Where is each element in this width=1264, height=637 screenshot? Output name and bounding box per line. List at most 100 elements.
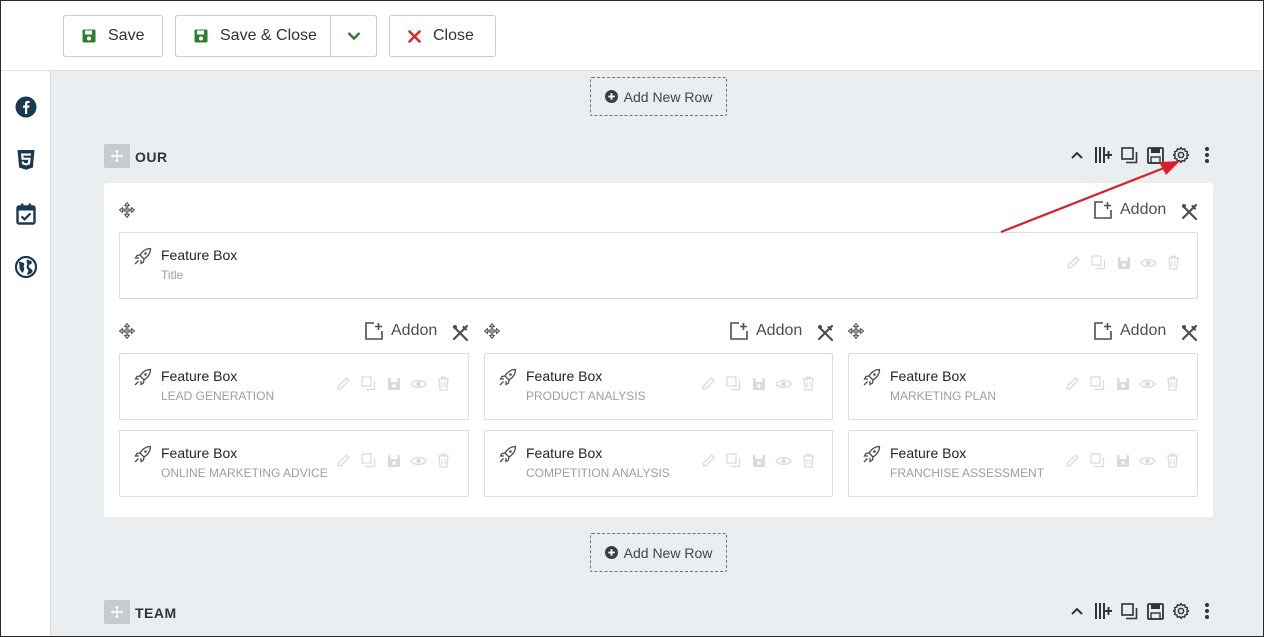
column-settings-icon[interactable]	[450, 322, 470, 342]
edit-icon[interactable]	[1064, 375, 1081, 392]
trash-icon[interactable]	[435, 375, 452, 392]
addon-actions	[1065, 254, 1182, 271]
globe-icon[interactable]	[14, 255, 38, 279]
addon-actions	[1064, 452, 1181, 469]
feature-box-addon[interactable]: Feature Box ONLINE MARKETING ADVICE	[119, 430, 469, 497]
add-addon-button[interactable]: Addon	[1094, 201, 1166, 219]
gear-icon[interactable]	[1171, 601, 1191, 621]
trash-icon[interactable]	[1165, 254, 1182, 271]
close-icon	[408, 29, 421, 43]
collapse-icon[interactable]	[1067, 145, 1087, 165]
column-settings-icon[interactable]	[1179, 322, 1199, 342]
save-icon[interactable]	[1114, 375, 1131, 392]
duplicate-icon[interactable]	[1119, 601, 1139, 621]
page-builder-window: Save Save & Close Close Add New Row OUR …	[0, 0, 1264, 637]
add-new-row-label: Add New Row	[623, 88, 713, 105]
trash-icon[interactable]	[1164, 375, 1181, 392]
trash-icon[interactable]	[1164, 452, 1181, 469]
edit-icon[interactable]	[335, 375, 352, 392]
save-close-button[interactable]: Save & Close	[175, 15, 377, 57]
column-settings-icon[interactable]	[815, 322, 835, 342]
calendar-check-icon[interactable]	[14, 202, 38, 226]
duplicate-icon[interactable]	[1089, 375, 1106, 392]
save-icon[interactable]	[385, 375, 402, 392]
add-addon-button[interactable]: Addon	[1094, 322, 1166, 340]
eye-icon[interactable]	[775, 452, 792, 469]
column-drag-handle[interactable]	[483, 322, 501, 340]
rocket-icon	[499, 368, 517, 386]
gear-icon[interactable]	[1171, 145, 1191, 165]
eye-icon[interactable]	[1139, 452, 1156, 469]
save-options-dropdown[interactable]	[331, 16, 376, 56]
duplicate-icon[interactable]	[1089, 452, 1106, 469]
collapse-icon[interactable]	[1067, 601, 1087, 621]
edit-icon[interactable]	[1065, 254, 1082, 271]
feature-box-addon[interactable]: Feature Box COMPETITION ANALYSIS	[484, 430, 833, 497]
add-new-row-button[interactable]: Add New Row	[590, 77, 727, 116]
move-icon	[848, 323, 864, 339]
save-icon[interactable]	[750, 452, 767, 469]
column-drag-handle[interactable]	[118, 201, 136, 219]
section-drag-handle[interactable]	[104, 144, 130, 168]
column-drag-handle[interactable]	[118, 322, 136, 340]
edit-icon[interactable]	[700, 375, 717, 392]
add-addon-button[interactable]: Addon	[730, 322, 802, 340]
feature-box-addon[interactable]: Feature Box MARKETING PLAN	[848, 353, 1198, 420]
add-columns-icon[interactable]	[1093, 145, 1113, 165]
add-new-row-button[interactable]: Add New Row	[590, 533, 727, 572]
save-icon[interactable]	[1114, 452, 1131, 469]
addon-actions	[1064, 375, 1181, 392]
save-button[interactable]: Save	[63, 15, 163, 57]
feature-box-addon[interactable]: Feature Box LEAD GENERATION	[119, 353, 469, 420]
save-icon[interactable]	[385, 452, 402, 469]
close-button[interactable]: Close	[389, 15, 496, 57]
save-label: Save	[108, 27, 145, 44]
save-icon[interactable]	[1115, 254, 1132, 271]
save-icon[interactable]	[750, 375, 767, 392]
edit-icon[interactable]	[700, 452, 717, 469]
duplicate-icon[interactable]	[725, 375, 742, 392]
duplicate-icon[interactable]	[360, 452, 377, 469]
eye-icon[interactable]	[1139, 375, 1156, 392]
feature-box-title: Feature Box	[526, 368, 603, 384]
column-settings-icon[interactable]	[1179, 201, 1199, 221]
feature-box-subtitle: LEAD GENERATION	[161, 389, 275, 403]
edit-icon[interactable]	[1064, 452, 1081, 469]
css3-icon[interactable]	[14, 148, 38, 172]
duplicate-icon[interactable]	[1090, 254, 1107, 271]
feature-box-addon[interactable]: Feature Box FRANCHISE ASSESSMENT	[848, 430, 1198, 497]
feature-box-addon[interactable]: Feature Box Title	[119, 232, 1198, 299]
save-close-label: Save & Close	[220, 27, 317, 44]
more-options-icon[interactable]	[1197, 601, 1217, 621]
section-drag-handle[interactable]	[104, 600, 130, 624]
feature-box-subtitle: FRANCHISE ASSESSMENT	[890, 466, 1045, 480]
section-title: TEAM	[135, 605, 177, 621]
column-drag-handle[interactable]	[847, 322, 865, 340]
more-options-icon[interactable]	[1197, 145, 1217, 165]
add-addon-button[interactable]: Addon	[365, 322, 437, 340]
trash-icon[interactable]	[800, 375, 817, 392]
move-icon	[484, 323, 500, 339]
eye-icon[interactable]	[410, 452, 427, 469]
save-row-icon[interactable]	[1145, 145, 1165, 165]
trash-icon[interactable]	[435, 452, 452, 469]
eye-icon[interactable]	[410, 375, 427, 392]
add-new-row-label: Add New Row	[623, 544, 713, 561]
add-columns-icon[interactable]	[1093, 601, 1113, 621]
rocket-icon	[499, 445, 517, 463]
duplicate-icon[interactable]	[1119, 145, 1139, 165]
edit-icon[interactable]	[335, 452, 352, 469]
duplicate-icon[interactable]	[725, 452, 742, 469]
eye-icon[interactable]	[1140, 254, 1157, 271]
feature-box-title: Feature Box	[161, 445, 238, 461]
addon-label: Addon	[1120, 201, 1167, 218]
feature-box-title: Feature Box	[161, 247, 238, 263]
eye-icon[interactable]	[775, 375, 792, 392]
duplicate-icon[interactable]	[360, 375, 377, 392]
trash-icon[interactable]	[800, 452, 817, 469]
facebook-icon[interactable]	[14, 95, 38, 119]
save-row-icon[interactable]	[1145, 601, 1165, 621]
add-addon-icon	[1094, 322, 1112, 340]
feature-box-title: Feature Box	[890, 368, 967, 384]
feature-box-addon[interactable]: Feature Box PRODUCT ANALYSIS	[484, 353, 833, 420]
